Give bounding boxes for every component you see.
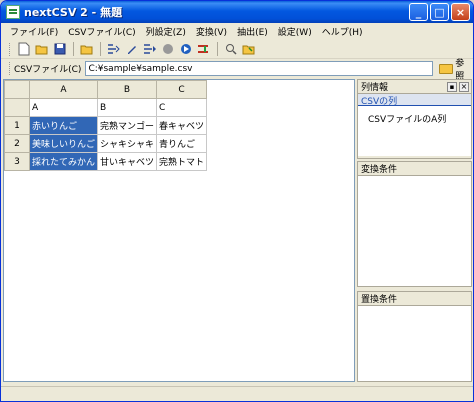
browse-button[interactable]: 参照: [439, 56, 473, 82]
row-header[interactable]: 2: [4, 134, 30, 153]
replace-body[interactable]: [358, 306, 471, 381]
browse-label: 参照: [455, 58, 465, 82]
grid-cell[interactable]: 甘いキャベツ: [97, 152, 158, 171]
column-info-panel: 列情報 ▪ × CSVの列 CSVファイルのA列: [357, 79, 472, 159]
menu-bar: ファイル(F) CSVファイル(C) 列設定(Z) 変換(V) 抽出(E) 設定…: [1, 23, 473, 40]
grid-cell[interactable]: 採れたてみかん: [28, 152, 99, 171]
menu-extract[interactable]: 抽出(E): [232, 25, 273, 38]
grid-cell[interactable]: シャキシャキ: [97, 134, 158, 153]
column-info-body: CSVファイルのA列: [358, 106, 471, 156]
window-title: nextCSV 2 - 無題: [24, 6, 123, 19]
menu-settings[interactable]: 設定(W): [273, 25, 317, 38]
export-icon[interactable]: [241, 41, 257, 57]
open-folder-icon[interactable]: [34, 41, 50, 57]
new-file-icon[interactable]: [16, 41, 32, 57]
run-icon[interactable]: [178, 41, 194, 57]
toolbar-separator: [73, 42, 74, 56]
convert-header: 変換条件: [358, 162, 471, 176]
grid-cell[interactable]: 春キャベツ: [156, 116, 208, 135]
address-bar: CSVファイル(C) 参照: [1, 59, 473, 82]
menu-help[interactable]: ヘルプ(H): [317, 25, 368, 38]
title-bar[interactable]: nextCSV 2 - 無題 _ □ ×: [1, 1, 473, 23]
grid-cell[interactable]: A: [28, 98, 99, 117]
app-icon: [6, 5, 20, 19]
split-icon[interactable]: [196, 41, 212, 57]
save-icon[interactable]: [52, 41, 68, 57]
toolbar-separator: [217, 42, 218, 56]
csv-grid[interactable]: A B C A B C 1 赤いりんご 完熟マンゴー 春キャベツ 2 美味しいり…: [3, 79, 355, 382]
side-panels: 列情報 ▪ × CSVの列 CSVファイルのA列 変換条件 置換条件: [357, 79, 472, 382]
close-icon[interactable]: ×: [459, 82, 469, 92]
columns-icon[interactable]: [106, 41, 122, 57]
grid-cell[interactable]: 完熟トマト: [156, 152, 208, 171]
replace-panel: 置換条件: [357, 291, 472, 382]
menu-convert[interactable]: 変換(V): [191, 25, 232, 38]
row-header[interactable]: 3: [4, 152, 30, 171]
column-info-item[interactable]: CSVファイルのA列: [368, 115, 446, 125]
toolbar-separator: [100, 42, 101, 56]
folder-icon: [439, 63, 454, 74]
folder-icon[interactable]: [79, 41, 95, 57]
grid-cell[interactable]: 赤いりんご: [28, 116, 99, 135]
menu-csv-file[interactable]: CSVファイル(C): [63, 25, 140, 38]
column-header-b[interactable]: B: [97, 80, 158, 99]
close-button[interactable]: ×: [451, 3, 470, 21]
column-info-title: 列情報: [361, 83, 389, 93]
csv-path-input[interactable]: [85, 61, 434, 76]
menu-column-settings[interactable]: 列設定(Z): [141, 25, 191, 38]
column-header-c[interactable]: C: [156, 80, 208, 99]
convert-body[interactable]: [358, 176, 471, 286]
tab-csv-columns[interactable]: CSVの列: [358, 94, 471, 107]
replace-header: 置換条件: [358, 292, 471, 306]
pin-icon[interactable]: ▪: [447, 82, 457, 92]
app-window: nextCSV 2 - 無題 _ □ × ファイル(F) CSVファイル(C) …: [0, 0, 474, 402]
menu-file[interactable]: ファイル(F): [5, 25, 63, 38]
grid-cell[interactable]: B: [97, 98, 158, 117]
toolbar: [1, 40, 473, 59]
status-bar: [1, 386, 473, 401]
search-icon[interactable]: [223, 41, 239, 57]
grid-cell[interactable]: C: [156, 98, 208, 117]
grid-cell[interactable]: 美味しいりんご: [28, 134, 99, 153]
toolbar-grip[interactable]: [9, 42, 12, 56]
stop-icon[interactable]: [160, 41, 176, 57]
grid-cell[interactable]: 青りんご: [156, 134, 208, 153]
column-header-a[interactable]: A: [28, 80, 99, 99]
pencil-icon[interactable]: [124, 41, 140, 57]
grid-corner[interactable]: [4, 80, 30, 99]
convert-panel: 変換条件: [357, 161, 472, 287]
convert-title: 変換条件: [361, 165, 398, 175]
transform-icon[interactable]: [142, 41, 158, 57]
grid-cell[interactable]: 完熟マンゴー: [97, 116, 158, 135]
addressbar-grip[interactable]: [9, 62, 12, 75]
minimize-button[interactable]: _: [409, 3, 428, 21]
row-header[interactable]: 1: [4, 116, 30, 135]
column-info-header: 列情報 ▪ ×: [358, 80, 471, 94]
replace-title: 置換条件: [361, 295, 398, 305]
maximize-button[interactable]: □: [430, 3, 449, 21]
csv-file-label: CSVファイル(C): [13, 65, 82, 75]
header-row-label: [4, 98, 30, 117]
